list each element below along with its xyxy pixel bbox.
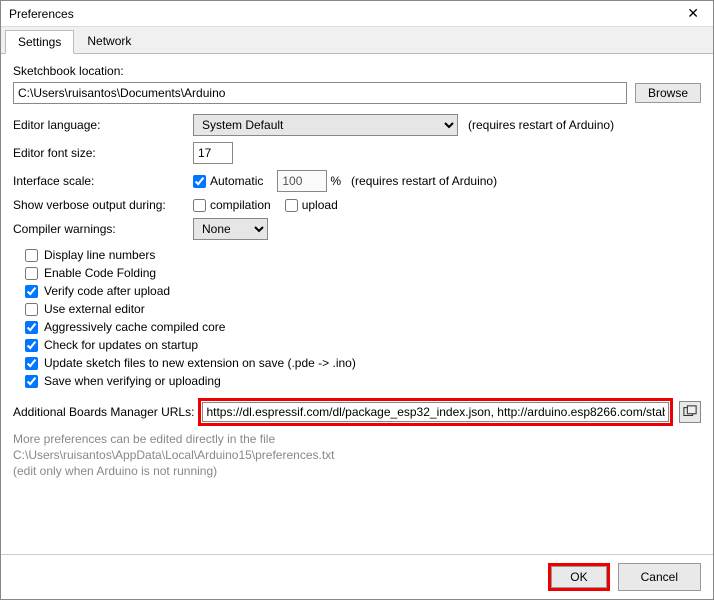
boards-urls-label: Additional Boards Manager URLs:	[13, 405, 194, 419]
ok-button[interactable]: OK	[551, 566, 606, 588]
tab-network[interactable]: Network	[74, 29, 144, 53]
preferences-window: Preferences ✕ Settings Network Sketchboo…	[0, 0, 714, 600]
open-urls-dialog-button[interactable]	[679, 401, 701, 423]
tabs: Settings Network	[1, 27, 713, 53]
close-icon[interactable]: ✕	[681, 5, 705, 22]
boards-urls-input[interactable]	[202, 402, 669, 422]
check-updates-checkbox[interactable]	[25, 339, 38, 352]
editor-language-label: Editor language:	[13, 118, 193, 132]
ok-highlight: OK	[548, 563, 609, 591]
boards-urls-highlight	[198, 398, 673, 426]
compiler-warnings-label: Compiler warnings:	[13, 222, 193, 236]
editor-language-note: (requires restart of Arduino)	[468, 118, 614, 132]
aggressively-cache-checkbox[interactable]	[25, 321, 38, 334]
content-pane: Sketchbook location: Browse Editor langu…	[1, 53, 713, 554]
footer: OK Cancel	[1, 554, 713, 599]
window-title: Preferences	[9, 7, 74, 21]
use-external-editor-label: Use external editor	[44, 302, 145, 316]
font-size-label: Editor font size:	[13, 146, 193, 160]
update-sketch-ext-checkbox[interactable]	[25, 357, 38, 370]
use-external-editor-checkbox[interactable]	[25, 303, 38, 316]
tab-settings[interactable]: Settings	[5, 30, 74, 54]
enable-code-folding-label: Enable Code Folding	[44, 266, 156, 280]
upload-label: upload	[302, 198, 338, 212]
sketchbook-label: Sketchbook location:	[13, 64, 124, 78]
browse-button[interactable]: Browse	[635, 83, 701, 103]
verbose-label: Show verbose output during:	[13, 198, 193, 212]
sketchbook-input[interactable]	[13, 82, 627, 104]
more-prefs-note: (edit only when Arduino is not running)	[13, 464, 701, 478]
scale-input[interactable]	[277, 170, 327, 192]
verify-after-upload-checkbox[interactable]	[25, 285, 38, 298]
more-prefs-line1: More preferences can be edited directly …	[13, 432, 701, 446]
save-verify-upload-checkbox[interactable]	[25, 375, 38, 388]
interface-scale-label: Interface scale:	[13, 174, 193, 188]
automatic-label: Automatic	[210, 174, 263, 188]
window-icon	[683, 405, 697, 419]
cancel-button[interactable]: Cancel	[618, 563, 701, 591]
compilation-label: compilation	[210, 198, 271, 212]
editor-language-select[interactable]: System Default	[193, 114, 458, 136]
enable-code-folding-checkbox[interactable]	[25, 267, 38, 280]
compiler-warnings-select[interactable]: None	[193, 218, 268, 240]
display-line-numbers-checkbox[interactable]	[25, 249, 38, 262]
upload-checkbox[interactable]	[285, 199, 298, 212]
compilation-checkbox[interactable]	[193, 199, 206, 212]
more-prefs-path: C:\Users\ruisantos\AppData\Local\Arduino…	[13, 448, 701, 462]
automatic-checkbox[interactable]	[193, 175, 206, 188]
scale-note: (requires restart of Arduino)	[351, 174, 497, 188]
titlebar: Preferences ✕	[1, 1, 713, 27]
check-updates-label: Check for updates on startup	[44, 338, 198, 352]
save-verify-upload-label: Save when verifying or uploading	[44, 374, 221, 388]
font-size-input[interactable]	[193, 142, 233, 164]
display-line-numbers-label: Display line numbers	[44, 248, 155, 262]
aggressively-cache-label: Aggressively cache compiled core	[44, 320, 225, 334]
update-sketch-ext-label: Update sketch files to new extension on …	[44, 356, 356, 370]
verify-after-upload-label: Verify code after upload	[44, 284, 170, 298]
percent-label: %	[330, 174, 341, 188]
